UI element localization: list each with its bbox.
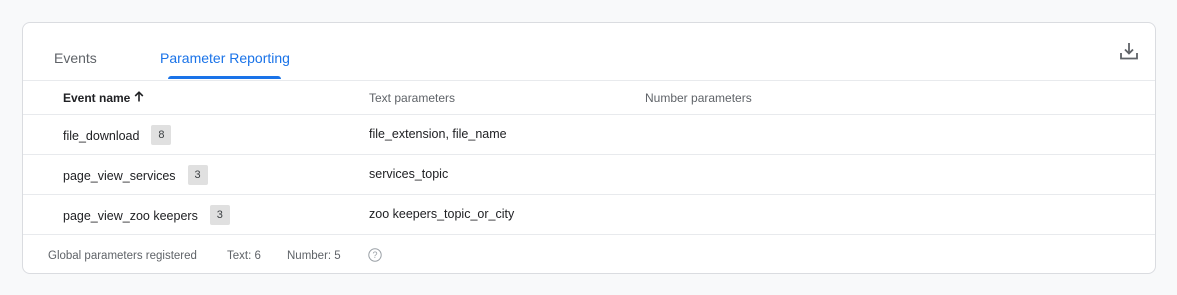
- active-tab-indicator: [168, 76, 281, 79]
- text-parameters-cell: zoo keepers_topic_or_city: [369, 207, 515, 221]
- tab-parameter-reporting[interactable]: Parameter Reporting: [160, 49, 290, 67]
- number-parameter-count: Number: 5: [287, 250, 341, 262]
- help-icon[interactable]: ?: [368, 248, 382, 262]
- event-name: file_download: [63, 128, 140, 143]
- parameter-count-badge: 8: [151, 125, 172, 145]
- table-header: Event name Text parameters Number parame…: [23, 80, 1155, 115]
- svg-text:?: ?: [372, 250, 377, 260]
- arrow-up-icon: [134, 91, 144, 105]
- event-name-cell: page_view_services 3: [63, 165, 208, 185]
- parameter-reporting-card: Events Parameter Reporting Event name Te…: [22, 22, 1156, 274]
- parameter-count-badge: 3: [209, 205, 230, 225]
- event-name: page_view_services: [63, 168, 176, 183]
- event-name: page_view_zoo keepers: [63, 208, 198, 223]
- event-name-cell: page_view_zoo keepers 3: [63, 205, 230, 225]
- column-header-text-parameters: Text parameters: [369, 91, 456, 105]
- event-name-cell: file_download 8: [63, 125, 172, 145]
- text-parameters-cell: services_topic: [369, 167, 449, 181]
- column-header-event-name-label: Event name: [63, 91, 131, 105]
- table-row: page_view_services 3 services_topic: [23, 155, 1155, 195]
- column-header-number-parameters: Number parameters: [645, 91, 752, 105]
- tab-events[interactable]: Events: [54, 49, 97, 67]
- tab-bar: Events Parameter Reporting: [23, 23, 1155, 81]
- global-parameters-label: Global parameters registered: [48, 250, 197, 262]
- parameter-count-badge: 3: [187, 165, 208, 185]
- table-row: page_view_zoo keepers 3 zoo keepers_topi…: [23, 195, 1155, 235]
- text-parameter-count: Text: 6: [227, 250, 261, 262]
- table-footer: Global parameters registered Text: 6 Num…: [23, 235, 1155, 273]
- download-icon[interactable]: [1117, 39, 1141, 63]
- table-row: file_download 8 file_extension, file_nam…: [23, 115, 1155, 155]
- text-parameters-cell: file_extension, file_name: [369, 127, 507, 141]
- column-header-event-name[interactable]: Event name: [63, 91, 144, 105]
